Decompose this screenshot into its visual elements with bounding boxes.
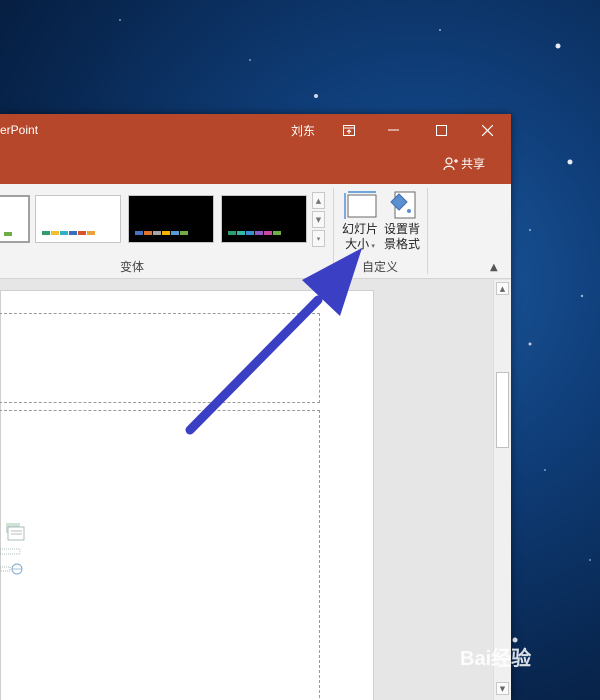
- gallery-up-arrow[interactable]: ▲: [312, 192, 325, 209]
- close-icon: [481, 124, 493, 136]
- variants-group-label: 变体: [120, 260, 145, 274]
- title-placeholder[interactable]: [0, 313, 320, 403]
- format-background-icon: [390, 191, 416, 219]
- gallery-down-arrow[interactable]: ▼: [312, 211, 325, 228]
- scroll-thumb[interactable]: [496, 372, 509, 448]
- scroll-down-arrow[interactable]: ▼: [496, 682, 509, 695]
- ribbon-display-options-button[interactable]: [327, 114, 371, 146]
- group-divider: [333, 188, 334, 274]
- group-divider: [427, 188, 428, 274]
- variant-thumbnail-1[interactable]: [0, 195, 30, 243]
- variant-thumbnail-3[interactable]: [128, 195, 214, 243]
- ribbon-tab-bar: 共享: [0, 146, 511, 184]
- slide-size-button[interactable]: 幻灯片 大小 ▾: [339, 188, 381, 254]
- slide-editing-area: [0, 280, 493, 700]
- minimize-icon: [387, 129, 399, 131]
- gallery-more-arrow[interactable]: ▾: [312, 230, 325, 247]
- share-button[interactable]: 共享: [443, 155, 485, 172]
- collapse-ribbon-icon[interactable]: ▲: [490, 262, 498, 273]
- customize-group-label: 自定义: [362, 260, 399, 274]
- format-background-label-1: 设置背: [383, 222, 420, 236]
- share-icon: [443, 156, 458, 170]
- slide-size-icon: [344, 191, 377, 219]
- variant-thumbnail-4[interactable]: [221, 195, 307, 243]
- chevron-down-icon: ▾: [369, 242, 375, 250]
- vertical-scrollbar[interactable]: ▲ ▼: [493, 280, 511, 700]
- maximize-button[interactable]: [419, 114, 463, 146]
- slide-size-label-1: 幻灯片: [341, 222, 378, 236]
- maximize-icon: [435, 124, 447, 136]
- format-background-button[interactable]: 设置背 景格式: [382, 188, 422, 252]
- insert-content-icon: [0, 523, 25, 575]
- app-title: erPoint: [0, 123, 39, 137]
- content-placeholder[interactable]: [0, 410, 320, 700]
- powerpoint-window: erPoint 刘东 共享 ▲ ▼ ▾ 变体 幻灯片 大小 ▾ 设置背 景格式 …: [0, 114, 511, 700]
- restore-ribbon-icon: [343, 124, 355, 136]
- title-bar: erPoint 刘东: [0, 114, 511, 146]
- close-button[interactable]: [465, 114, 509, 146]
- variants-gallery-scroll[interactable]: ▲ ▼ ▾: [312, 192, 325, 248]
- slide-canvas[interactable]: [0, 290, 374, 700]
- variant-thumbnail-2[interactable]: [35, 195, 121, 243]
- slide-size-label-row: 大小 ▾: [339, 237, 381, 254]
- watermark: Bai经验: [460, 648, 532, 670]
- minimize-button[interactable]: [371, 114, 415, 146]
- slide-size-label-2: 大小: [345, 237, 370, 251]
- user-name[interactable]: 刘东: [291, 122, 315, 139]
- scroll-up-arrow[interactable]: ▲: [496, 282, 509, 295]
- format-background-label-2: 景格式: [383, 237, 420, 251]
- ribbon-design: ▲ ▼ ▾ 变体 幻灯片 大小 ▾ 设置背 景格式 自定义 ▲: [0, 184, 511, 279]
- share-label: 共享: [461, 157, 486, 171]
